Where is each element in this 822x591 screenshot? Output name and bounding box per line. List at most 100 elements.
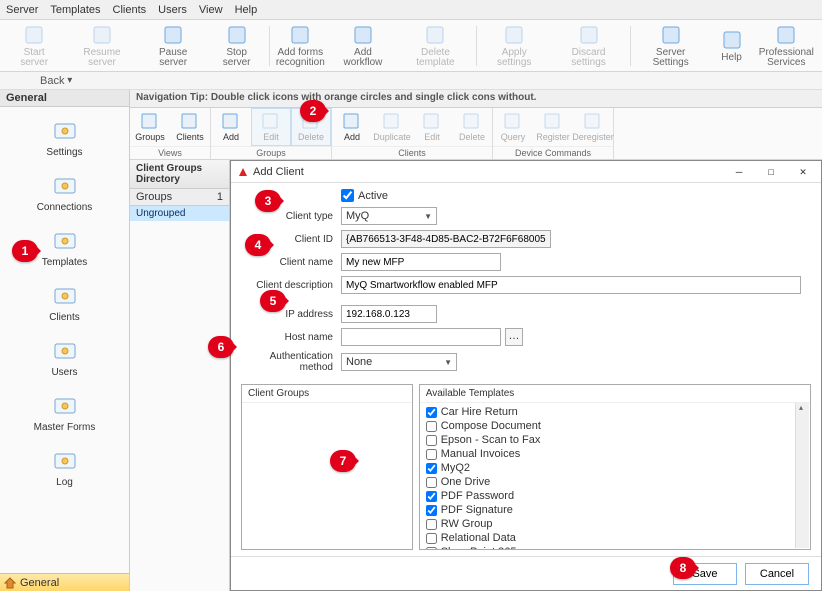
minimize-button[interactable]: —	[727, 165, 751, 178]
close-button[interactable]: ✕	[791, 165, 815, 178]
sidebar-item-log[interactable]: Log	[0, 443, 129, 492]
template-label: One Drive	[441, 476, 491, 488]
stack-icon	[51, 227, 79, 255]
sidebar-header: General	[0, 90, 129, 107]
client-desc-field[interactable]	[341, 276, 801, 294]
template-checkbox[interactable]	[426, 421, 437, 432]
home-icon	[4, 577, 16, 589]
callout-3: 3	[255, 190, 281, 212]
ribbon2-groups[interactable]: Groups	[130, 108, 170, 146]
ribbon2-edit: Edit	[412, 108, 452, 146]
ribbon2-add[interactable]: Add	[332, 108, 372, 146]
ribbon-add-forms-recognition[interactable]: Add formsrecognition	[271, 22, 329, 70]
ribbon-help[interactable]: Help	[709, 22, 755, 70]
template-label: MyQ2	[441, 462, 470, 474]
ribbon-pause-server[interactable]: Pause server	[140, 22, 207, 70]
menu-view[interactable]: View	[199, 4, 223, 16]
client-name-field[interactable]	[341, 253, 501, 271]
ribbon-resume-server: Resume server	[64, 22, 139, 70]
client-id-field	[341, 230, 551, 248]
forms-icon	[51, 392, 79, 420]
template-rw-group[interactable]: RW Group	[422, 517, 808, 531]
client-type-combo[interactable]: MyQ ▼	[341, 207, 437, 225]
ribbon2-add[interactable]: Add	[211, 108, 251, 146]
template-sharepoint-365[interactable]: SharePoint 365	[422, 545, 808, 549]
ribbon-server-settings[interactable]: Server Settings	[633, 22, 709, 70]
callout-6: 6	[208, 336, 234, 358]
menu-users[interactable]: Users	[158, 4, 187, 16]
available-templates-listbox[interactable]: Available Templates Car Hire ReturnCompo…	[419, 384, 811, 550]
back-label: Back	[40, 75, 64, 87]
sidebar-item-master-forms[interactable]: Master Forms	[0, 388, 129, 437]
host-field[interactable]	[341, 328, 501, 346]
scrollbar[interactable]	[795, 403, 809, 548]
template-checkbox[interactable]	[426, 533, 437, 544]
active-checkbox[interactable]	[341, 189, 354, 202]
callout-7: 7	[330, 450, 356, 472]
template-checkbox[interactable]	[426, 519, 437, 530]
navigation-tip: Navigation Tip: Double click icons with …	[130, 90, 822, 108]
chevron-down-icon: ▼	[444, 358, 452, 367]
template-checkbox[interactable]	[426, 463, 437, 474]
template-checkbox[interactable]	[426, 407, 437, 418]
template-pdf-password[interactable]: PDF Password	[422, 489, 808, 503]
printer-icon	[51, 282, 79, 310]
client-type-value: MyQ	[346, 210, 369, 222]
template-relational-data[interactable]: Relational Data	[422, 531, 808, 545]
ribbon2-register: Register	[533, 108, 573, 146]
secondary-ribbon: GroupsClientsViewsAddEditDeleteGroupsAdd…	[130, 108, 822, 160]
ribbon-stop-server[interactable]: Stop server	[207, 22, 267, 70]
ribbon2-clients[interactable]: Clients	[170, 108, 210, 146]
ribbon2-deregister: Deregister	[573, 108, 613, 146]
template-pdf-signature[interactable]: PDF Signature	[422, 503, 808, 517]
ribbon-professional-services[interactable]: ProfessionalServices	[755, 22, 818, 70]
dialog-title: Add Client	[253, 166, 304, 178]
client-type-label: Client type	[241, 211, 341, 222]
template-epson-scan-to-fax[interactable]: Epson - Scan to Fax	[422, 433, 808, 447]
menu-clients[interactable]: Clients	[113, 4, 147, 16]
menu-server[interactable]: Server	[6, 4, 38, 16]
app-icon	[237, 166, 249, 178]
template-compose-document[interactable]: Compose Document	[422, 419, 808, 433]
sidebar-footer-label: General	[20, 577, 59, 589]
template-car-hire-return[interactable]: Car Hire Return	[422, 405, 808, 419]
add-client-dialog: Add Client — ☐ ✕ Active Client type	[230, 160, 822, 591]
template-checkbox[interactable]	[426, 505, 437, 516]
template-myq2[interactable]: MyQ2	[422, 461, 808, 475]
sidebar-footer-general[interactable]: General	[0, 573, 129, 591]
maximize-button[interactable]: ☐	[759, 165, 783, 178]
sidebar-item-settings[interactable]: Settings	[0, 113, 129, 162]
sidebar-item-users[interactable]: Users	[0, 333, 129, 382]
group-ungrouped[interactable]: Ungrouped	[130, 206, 229, 221]
template-label: Car Hire Return	[441, 406, 518, 418]
ribbon2-duplicate: Duplicate	[372, 108, 412, 146]
client-groups-panel: Client Groups Directory Groups 1 Ungroup…	[130, 160, 230, 591]
callout-5: 5	[260, 290, 286, 312]
template-checkbox[interactable]	[426, 435, 437, 446]
ribbon-add-workflow[interactable]: Add workflow	[329, 22, 397, 70]
sidebar-item-clients[interactable]: Clients	[0, 278, 129, 327]
template-label: SharePoint 365	[441, 546, 517, 549]
template-one-drive[interactable]: One Drive	[422, 475, 808, 489]
back-bar[interactable]: Back ▾	[0, 72, 822, 90]
template-checkbox[interactable]	[426, 547, 437, 550]
auth-combo[interactable]: None ▼	[341, 353, 457, 371]
cancel-button[interactable]: Cancel	[745, 563, 809, 585]
template-checkbox[interactable]	[426, 477, 437, 488]
menu-templates[interactable]: Templates	[50, 4, 100, 16]
menu-help[interactable]: Help	[235, 4, 258, 16]
sidebar: General SettingsConnectionsTemplatesClie…	[0, 90, 130, 591]
ip-label: IP address	[241, 309, 341, 320]
template-checkbox[interactable]	[426, 491, 437, 502]
active-label: Active	[358, 190, 388, 202]
sidebar-item-connections[interactable]: Connections	[0, 168, 129, 217]
client-groups-listbox[interactable]: Client Groups	[241, 384, 413, 550]
main-ribbon: Start serverResume serverPause serverSto…	[0, 20, 822, 72]
template-checkbox[interactable]	[426, 449, 437, 460]
template-label: Relational Data	[441, 532, 516, 544]
ip-field[interactable]	[341, 305, 437, 323]
host-lookup-button[interactable]: …	[505, 328, 523, 346]
template-manual-invoices[interactable]: Manual Invoices	[422, 447, 808, 461]
log-icon	[51, 447, 79, 475]
template-label: Epson - Scan to Fax	[441, 434, 541, 446]
